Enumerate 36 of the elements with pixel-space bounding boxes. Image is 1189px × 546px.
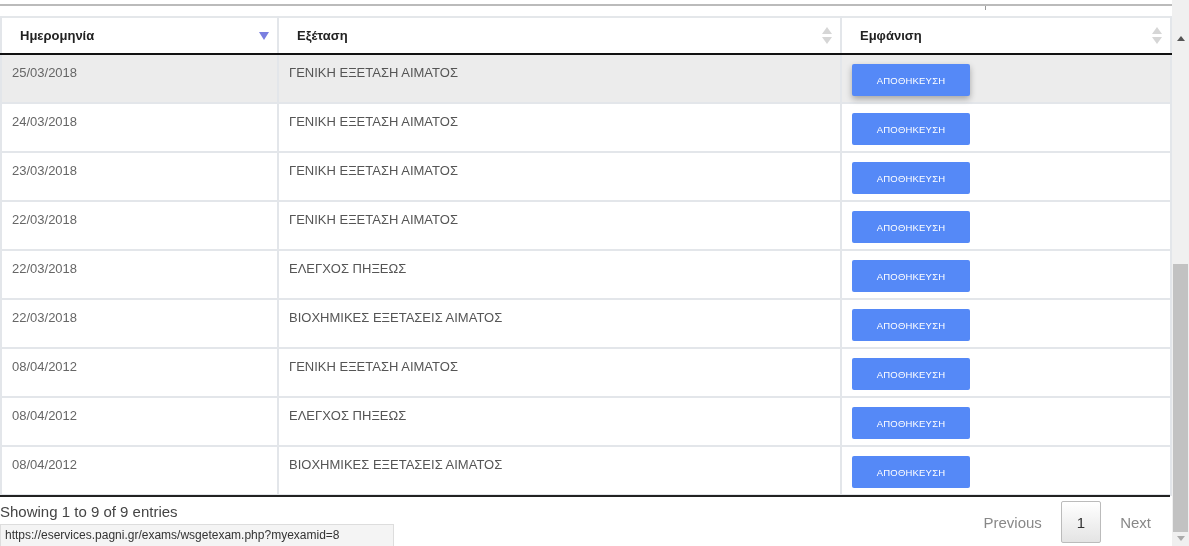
exam-cell: ΕΛΕΓΧΟΣ ΠΗΞΕΩΣ bbox=[289, 261, 407, 276]
entries-info: Showing 1 to 9 of 9 entries bbox=[0, 503, 178, 520]
date-cell: 25/03/2018 bbox=[12, 65, 78, 80]
table-row[interactable]: 08/04/2012 ΒΙΟΧΗΜΙΚΕΣ ΕΞΕΤΑΣΕΙΣ ΑΙΜΑΤΟΣ ΑΠΟΘΗΚΕΥΣΗ bbox=[1, 446, 1171, 495]
date-cell: 23/03/2018 bbox=[12, 163, 78, 178]
table-row[interactable]: 24/03/2018 ΓΕΝΙΚΗ ΕΞΕΤΑΣΗ ΑΙΜΑΤΟΣ ΑΠΟΘΗΚΕΥΣΗ bbox=[1, 103, 1171, 152]
exam-cell: ΓΕΝΙΚΗ ΕΞΕΤΑΣΗ ΑΙΜΑΤΟΣ bbox=[289, 359, 458, 374]
date-cell: 08/04/2012 bbox=[12, 359, 78, 374]
date-cell: 22/03/2018 bbox=[12, 310, 78, 325]
table-row[interactable]: 22/03/2018 ΓΕΝΙΚΗ ΕΞΕΤΑΣΗ ΑΙΜΑΤΟΣ ΑΠΟΘΗΚΕΥΣΗ bbox=[1, 201, 1171, 250]
exam-cell: ΓΕΝΙΚΗ ΕΞΕΤΑΣΗ ΑΙΜΑΤΟΣ bbox=[289, 163, 458, 178]
table-row[interactable]: 08/04/2012 ΓΕΝΙΚΗ ΕΞΕΤΑΣΗ ΑΙΜΑΤΟΣ ΑΠΟΘΗΚΕΥΣΗ bbox=[1, 348, 1171, 397]
date-cell: 22/03/2018 bbox=[12, 261, 78, 276]
table-row[interactable]: 22/03/2018 ΕΛΕΓΧΟΣ ΠΗΞΕΩΣ ΑΠΟΘΗΚΕΥΣΗ bbox=[1, 250, 1171, 299]
date-cell: 08/04/2012 bbox=[12, 457, 78, 472]
scrollbar[interactable] bbox=[1172, 0, 1189, 546]
table-row[interactable]: 08/04/2012 ΕΛΕΓΧΟΣ ΠΗΞΕΩΣ ΑΠΟΘΗΚΕΥΣΗ bbox=[1, 397, 1171, 446]
date-cell: 22/03/2018 bbox=[12, 212, 78, 227]
exam-cell: ΓΕΝΙΚΗ ΕΞΕΤΑΣΗ ΑΙΜΑΤΟΣ bbox=[289, 114, 458, 129]
table-row[interactable]: 25/03/2018 ΓΕΝΙΚΗ ΕΞΕΤΑΣΗ ΑΙΜΑΤΟΣ ΑΠΟΘΗΚΕΥΣΗ bbox=[1, 54, 1171, 103]
exam-cell: ΒΙΟΧΗΜΙΚΕΣ ΕΞΕΤΑΣΕΙΣ ΑΙΜΑΤΟΣ bbox=[289, 310, 503, 325]
exam-cell: ΒΙΟΧΗΜΙΚΕΣ ΕΞΕΤΑΣΕΙΣ ΑΙΜΑΤΟΣ bbox=[289, 457, 503, 472]
status-bar: https://eservices.pagni.gr/exams/wsgetexam.php?myexamid=8 bbox=[0, 524, 394, 546]
pagination-button[interactable]: 1 bbox=[1060, 501, 1102, 543]
date-cell: 24/03/2018 bbox=[12, 114, 78, 129]
scrollbar-thumb[interactable] bbox=[1173, 264, 1188, 532]
exam-cell: ΕΛΕΓΧΟΣ ΠΗΞΕΩΣ bbox=[289, 408, 407, 423]
scroll-down-icon[interactable] bbox=[1176, 536, 1185, 541]
exam-cell: ΓΕΝΙΚΗ ΕΞΕΤΑΣΗ ΑΙΜΑΤΟΣ bbox=[289, 65, 458, 80]
exam-cell: ΓΕΝΙΚΗ ΕΞΕΤΑΣΗ ΑΙΜΑΤΟΣ bbox=[289, 212, 458, 227]
table-row[interactable]: 23/03/2018 ΓΕΝΙΚΗ ΕΞΕΤΑΣΗ ΑΙΜΑΤΟΣ ΑΠΟΘΗΚΕΥΣΗ bbox=[1, 152, 1171, 201]
pagination-button[interactable]: Next bbox=[1101, 501, 1170, 543]
scroll-up-icon[interactable] bbox=[1176, 36, 1185, 41]
pagination-button[interactable]: Previous bbox=[964, 501, 1061, 543]
table-row[interactable]: 22/03/2018 ΒΙΟΧΗΜΙΚΕΣ ΕΞΕΤΑΣΕΙΣ ΑΙΜΑΤΟΣ ΑΠΟΘΗΚΕΥΣΗ bbox=[1, 299, 1171, 348]
date-cell: 08/04/2012 bbox=[12, 408, 78, 423]
